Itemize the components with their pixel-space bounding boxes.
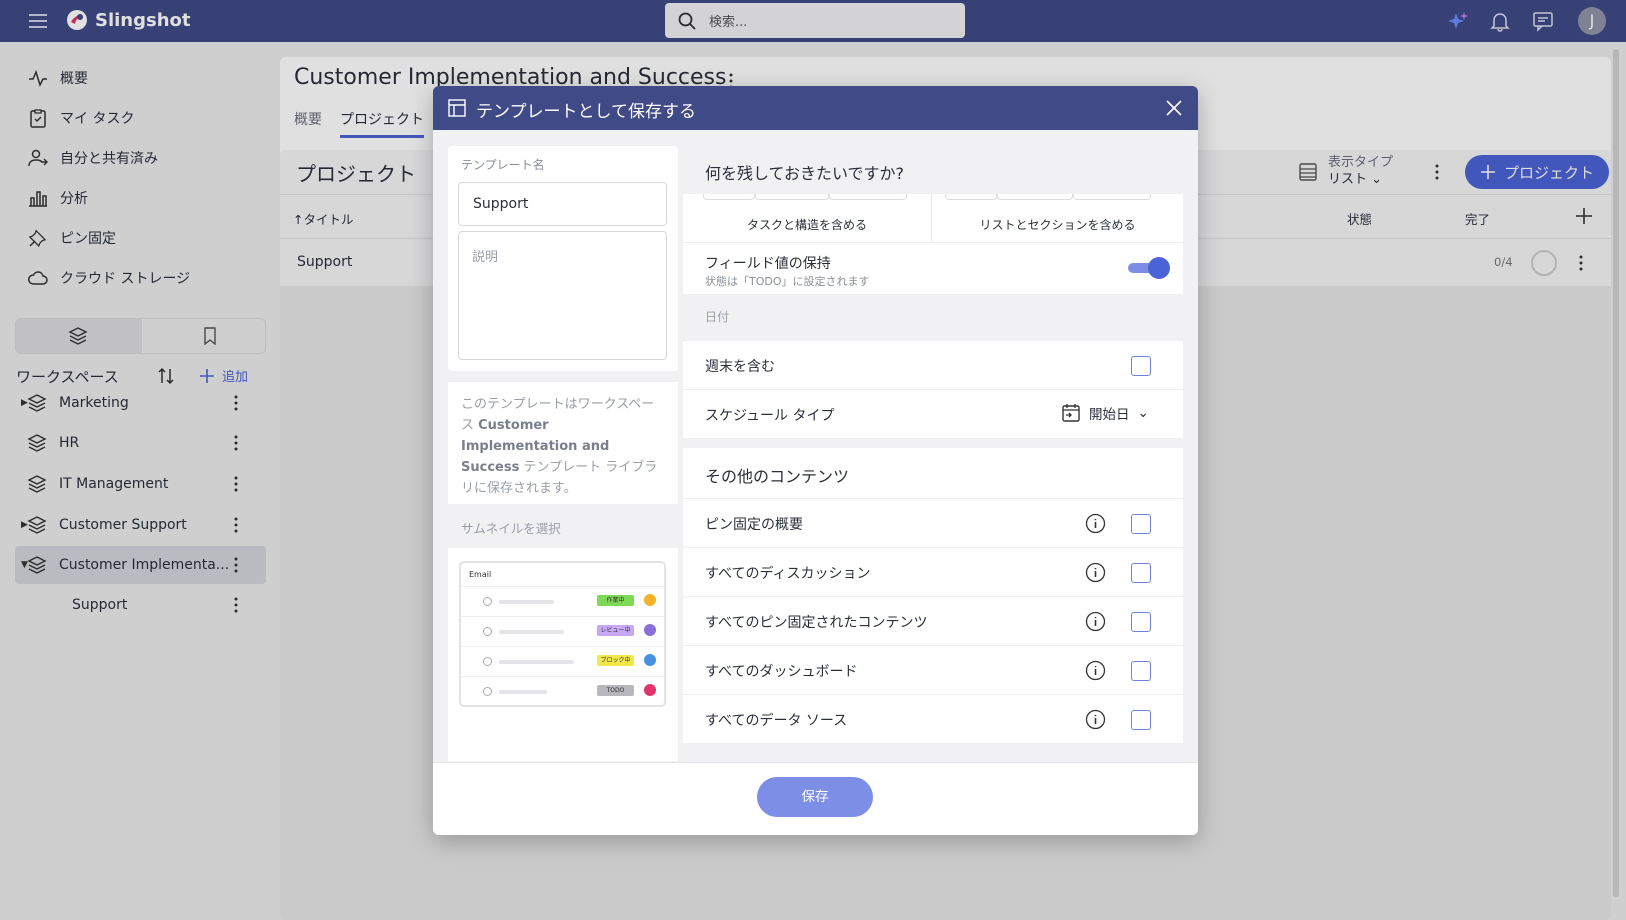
other-content-label: すべてのピン固定されたコンテンツ — [705, 615, 928, 631]
info-icon[interactable] — [1085, 660, 1106, 681]
close-icon[interactable] — [1165, 99, 1183, 117]
keep-field-values-label: フィールド値の保持 — [705, 256, 831, 272]
save-as-template-dialog: テンプレートとして保存する テンプレート名 Support 説明 このテンプレー… — [433, 86, 1198, 835]
info-icon[interactable] — [1085, 562, 1106, 583]
thumbnail-avatar — [644, 654, 656, 666]
template-details-column: テンプレート名 Support 説明 このテンプレートはワークスペース Cust… — [448, 146, 678, 761]
template-name-card: テンプレート名 Support 説明 — [448, 146, 678, 371]
schedule-type-value: 開始日 — [1089, 407, 1130, 423]
include-lists-label: リストとセクションを含める — [979, 218, 1136, 232]
info-icon[interactable] — [1085, 611, 1106, 632]
include-tasks-card[interactable]: タスクと構造を含める — [683, 194, 932, 242]
keep-field-values-toggle[interactable] — [1128, 257, 1170, 279]
thumbnail-tag: 作業中 — [597, 595, 634, 606]
thumbnail-row: 作業中 — [461, 586, 664, 616]
other-content-checkbox[interactable] — [1131, 661, 1151, 681]
thumbnail-card: Email 作業中 レビュー中 ブロック中 TODO — [448, 548, 678, 761]
template-name-input[interactable]: Support — [458, 182, 667, 226]
thumbnail-avatar — [644, 684, 656, 696]
schedule-type-row: スケジュール タイプ 開始日 ⌄ — [683, 389, 1183, 438]
other-content-row: すべてのデータ ソース — [683, 694, 1183, 743]
other-content-title: その他のコンテンツ — [683, 448, 1183, 498]
thumbnail-label: サムネイルを選択 — [448, 504, 678, 548]
keep-field-values-row: フィールド値の保持 状態は「TODO」に設定されます — [683, 242, 1183, 294]
thumbnail-title: Email — [469, 570, 492, 579]
include-cards: タスクと構造を含める リストとセクションを含める — [683, 194, 1183, 242]
thumbnail-preview[interactable]: Email 作業中 レビュー中 ブロック中 TODO — [459, 561, 666, 707]
save-button[interactable]: 保存 — [757, 777, 873, 817]
other-content-label: すべてのダッシュボード — [705, 664, 858, 680]
other-content-checkbox[interactable] — [1131, 563, 1151, 583]
save-location-note: このテンプレートはワークスペース Customer Implementation… — [448, 382, 678, 504]
template-name-label: テンプレート名 — [461, 158, 545, 172]
chevron-down-icon: ⌄ — [1137, 405, 1149, 421]
dialog-title: テンプレートとして保存する — [476, 102, 696, 122]
dialog-footer: 保存 — [433, 762, 1198, 835]
thumbnail-row: ブロック中 — [461, 646, 664, 676]
thumbnail-tag: レビュー中 — [597, 625, 634, 636]
thumbnail-avatar — [644, 594, 656, 606]
thumbnail-row: レビュー中 — [461, 616, 664, 646]
other-content-label: ピン固定の概要 — [705, 517, 803, 533]
dates-section-label: 日付 — [683, 294, 1183, 340]
other-content-checkbox[interactable] — [1131, 612, 1151, 632]
calendar-icon — [1061, 403, 1081, 423]
other-content-row: すべてのピン固定されたコンテンツ — [683, 596, 1183, 645]
template-options-column: 何を残しておきたいですか? タスクと構造を含める リストとセクションを含める フ… — [683, 146, 1183, 761]
schedule-type-label: スケジュール タイプ — [705, 408, 835, 424]
other-content-row: すべてのディスカッション — [683, 547, 1183, 596]
dialog-header: テンプレートとして保存する — [433, 86, 1198, 130]
other-content-row: すべてのダッシュボード — [683, 645, 1183, 694]
keep-field-values-sub: 状態は「TODO」に設定されます — [705, 275, 870, 288]
thumbnail-tag: ブロック中 — [597, 655, 634, 666]
include-weekends-checkbox[interactable] — [1131, 356, 1151, 376]
other-content-label: すべてのディスカッション — [705, 566, 871, 582]
include-weekends-label: 週末を含む — [705, 359, 775, 375]
template-icon — [447, 98, 467, 118]
other-content-label: すべてのデータ ソース — [705, 713, 848, 729]
include-tasks-label: タスクと構造を含める — [746, 218, 867, 232]
other-content-row: ピン固定の概要 — [683, 498, 1183, 547]
other-content-checkbox[interactable] — [1131, 514, 1151, 534]
info-icon[interactable] — [1085, 513, 1106, 534]
schedule-type-dropdown[interactable]: 開始日 ⌄ — [1061, 403, 1149, 423]
include-lists-card[interactable]: リストとセクションを含める — [933, 194, 1182, 242]
thumbnail-row: TODO — [461, 676, 664, 706]
other-content-checkbox[interactable] — [1131, 710, 1151, 730]
section-spacer — [683, 438, 1183, 448]
options-question: 何を残しておきたいですか? — [683, 146, 1183, 194]
description-textarea[interactable]: 説明 — [458, 231, 667, 360]
include-weekends-row: 週末を含む — [683, 340, 1183, 389]
info-icon[interactable] — [1085, 709, 1106, 730]
thumbnail-avatar — [644, 624, 656, 636]
thumbnail-tag: TODO — [597, 685, 634, 696]
